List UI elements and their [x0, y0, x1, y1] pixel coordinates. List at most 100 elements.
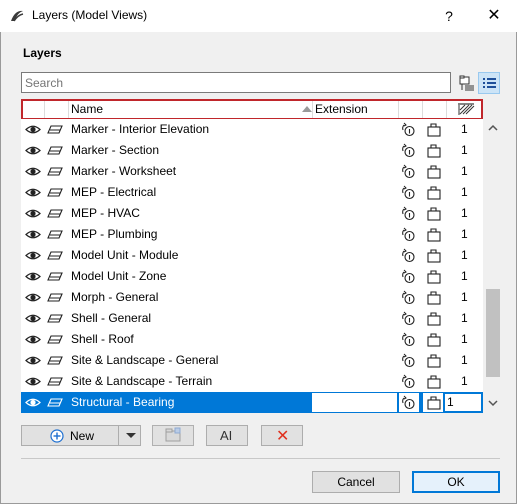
intersection-group-number[interactable]: 1	[461, 332, 468, 346]
intersection-group-number[interactable]: 1	[461, 290, 468, 304]
layer-list[interactable]: Marker - Interior Elevation 1 Marker - Sec…	[21, 119, 483, 413]
ok-button[interactable]: OK	[412, 471, 500, 493]
layer-pen-icon[interactable]	[426, 374, 442, 389]
layer-row[interactable]: Site & Landscape - General 1	[21, 350, 483, 371]
layer-lock-icon[interactable]	[47, 376, 63, 387]
layer-row[interactable]: Marker - Worksheet 1	[21, 161, 483, 182]
layer-row[interactable]: Marker - Interior Elevation 1	[21, 119, 483, 140]
solid-wireframe-icon[interactable]	[401, 332, 415, 347]
solid-wireframe-icon[interactable]	[401, 269, 415, 284]
layer-lock-icon[interactable]	[47, 229, 63, 240]
layer-pen-icon[interactable]	[426, 353, 442, 368]
intersection-group-number[interactable]: 1	[461, 143, 468, 157]
scrollbar-thumb[interactable]	[486, 289, 500, 377]
solid-wireframe-icon[interactable]	[401, 395, 415, 410]
layer-row[interactable]: MEP - Plumbing 1	[21, 224, 483, 245]
rename-layer-button[interactable]: AI	[206, 425, 248, 446]
layer-row[interactable]: MEP - HVAC 1	[21, 203, 483, 224]
eye-icon[interactable]	[25, 397, 41, 408]
layer-pen-icon[interactable]	[426, 269, 442, 284]
close-window-button[interactable]: ✕	[482, 4, 506, 28]
eye-icon[interactable]	[25, 124, 41, 135]
eye-icon[interactable]	[25, 145, 41, 156]
layer-lock-icon[interactable]	[47, 271, 63, 282]
intersection-group-number[interactable]: 1	[461, 269, 468, 283]
layer-row[interactable]: Model Unit - Module 1	[21, 245, 483, 266]
layer-pen-icon[interactable]	[426, 206, 442, 221]
layer-pen-icon[interactable]	[426, 227, 442, 242]
layer-list-scrollbar[interactable]	[485, 119, 501, 413]
layer-pen-icon[interactable]	[426, 395, 442, 410]
intersection-group-number[interactable]: 1	[461, 311, 468, 325]
intersection-group-number[interactable]: 1	[461, 164, 468, 178]
layer-lock-icon[interactable]	[47, 166, 63, 177]
layer-pen-icon[interactable]	[426, 185, 442, 200]
solid-wireframe-icon[interactable]	[401, 374, 415, 389]
search-input[interactable]	[22, 73, 450, 92]
scroll-down-icon[interactable]	[485, 397, 501, 409]
solid-wireframe-icon[interactable]	[401, 164, 415, 179]
intersection-group-number[interactable]: 1	[461, 185, 468, 199]
layer-pen-icon[interactable]	[426, 290, 442, 305]
solid-wireframe-icon[interactable]	[401, 353, 415, 368]
new-folder-button[interactable]	[152, 425, 194, 446]
layer-row[interactable]: Shell - Roof 1	[21, 329, 483, 350]
eye-icon[interactable]	[25, 187, 41, 198]
layer-lock-icon[interactable]	[47, 208, 63, 219]
eye-icon[interactable]	[25, 229, 41, 240]
eye-icon[interactable]	[25, 355, 41, 366]
layer-row[interactable]: Marker - Section 1	[21, 140, 483, 161]
solid-wireframe-icon[interactable]	[401, 206, 415, 221]
layer-row[interactable]: Model Unit - Zone 1	[21, 266, 483, 287]
layer-row[interactable]: Site & Landscape - Terrain 1	[21, 371, 483, 392]
intersection-group-field[interactable]: 1	[444, 393, 482, 412]
eye-icon[interactable]	[25, 334, 41, 345]
layer-lock-icon[interactable]	[47, 355, 63, 366]
delete-layer-button[interactable]: ✕	[261, 425, 303, 446]
intersection-group-number[interactable]: 1	[461, 227, 468, 241]
intersection-group-number[interactable]: 1	[461, 374, 468, 388]
eye-icon[interactable]	[25, 208, 41, 219]
list-view-button[interactable]	[478, 72, 500, 94]
column-header-name[interactable]: Name	[71, 101, 103, 118]
chevron-down-icon[interactable]	[126, 433, 136, 438]
layer-row[interactable]: MEP - Electrical 1	[21, 182, 483, 203]
solid-wireframe-icon[interactable]	[401, 143, 415, 158]
layer-lock-icon[interactable]	[47, 145, 63, 156]
solid-wireframe-icon[interactable]	[401, 311, 415, 326]
layer-pen-icon[interactable]	[426, 311, 442, 326]
eye-icon[interactable]	[25, 250, 41, 261]
intersection-group-number[interactable]: 1	[461, 353, 468, 367]
help-button[interactable]: ?	[437, 4, 461, 28]
cancel-button[interactable]: Cancel	[312, 471, 400, 493]
extension-field[interactable]	[312, 393, 397, 412]
layer-lock-icon[interactable]	[47, 187, 63, 198]
eye-icon[interactable]	[25, 271, 41, 282]
layer-row[interactable]: Morph - General 1	[21, 287, 483, 308]
layer-lock-icon[interactable]	[47, 124, 63, 135]
layer-pen-icon[interactable]	[426, 164, 442, 179]
eye-icon[interactable]	[25, 166, 41, 177]
intersection-group-icon[interactable]	[457, 102, 475, 117]
layer-lock-icon[interactable]	[47, 397, 63, 408]
layer-row[interactable]: Structural - Bearing 1	[21, 392, 483, 413]
eye-icon[interactable]	[25, 292, 41, 303]
layer-pen-icon[interactable]	[426, 122, 442, 137]
layer-lock-icon[interactable]	[47, 334, 63, 345]
solid-wireframe-icon[interactable]	[401, 185, 415, 200]
solid-wireframe-icon[interactable]	[401, 248, 415, 263]
solid-wireframe-icon[interactable]	[401, 122, 415, 137]
layer-lock-icon[interactable]	[47, 250, 63, 261]
scroll-up-icon[interactable]	[485, 122, 501, 134]
layer-lock-icon[interactable]	[47, 313, 63, 324]
tree-view-button[interactable]	[456, 72, 478, 94]
solid-wireframe-icon[interactable]	[401, 227, 415, 242]
intersection-group-number[interactable]: 1	[461, 122, 468, 136]
layer-pen-icon[interactable]	[426, 248, 442, 263]
new-layer-button[interactable]: New	[21, 425, 141, 446]
intersection-group-number[interactable]: 1	[461, 206, 468, 220]
eye-icon[interactable]	[25, 313, 41, 324]
layer-lock-icon[interactable]	[47, 292, 63, 303]
layer-pen-icon[interactable]	[426, 143, 442, 158]
solid-wireframe-icon[interactable]	[401, 290, 415, 305]
